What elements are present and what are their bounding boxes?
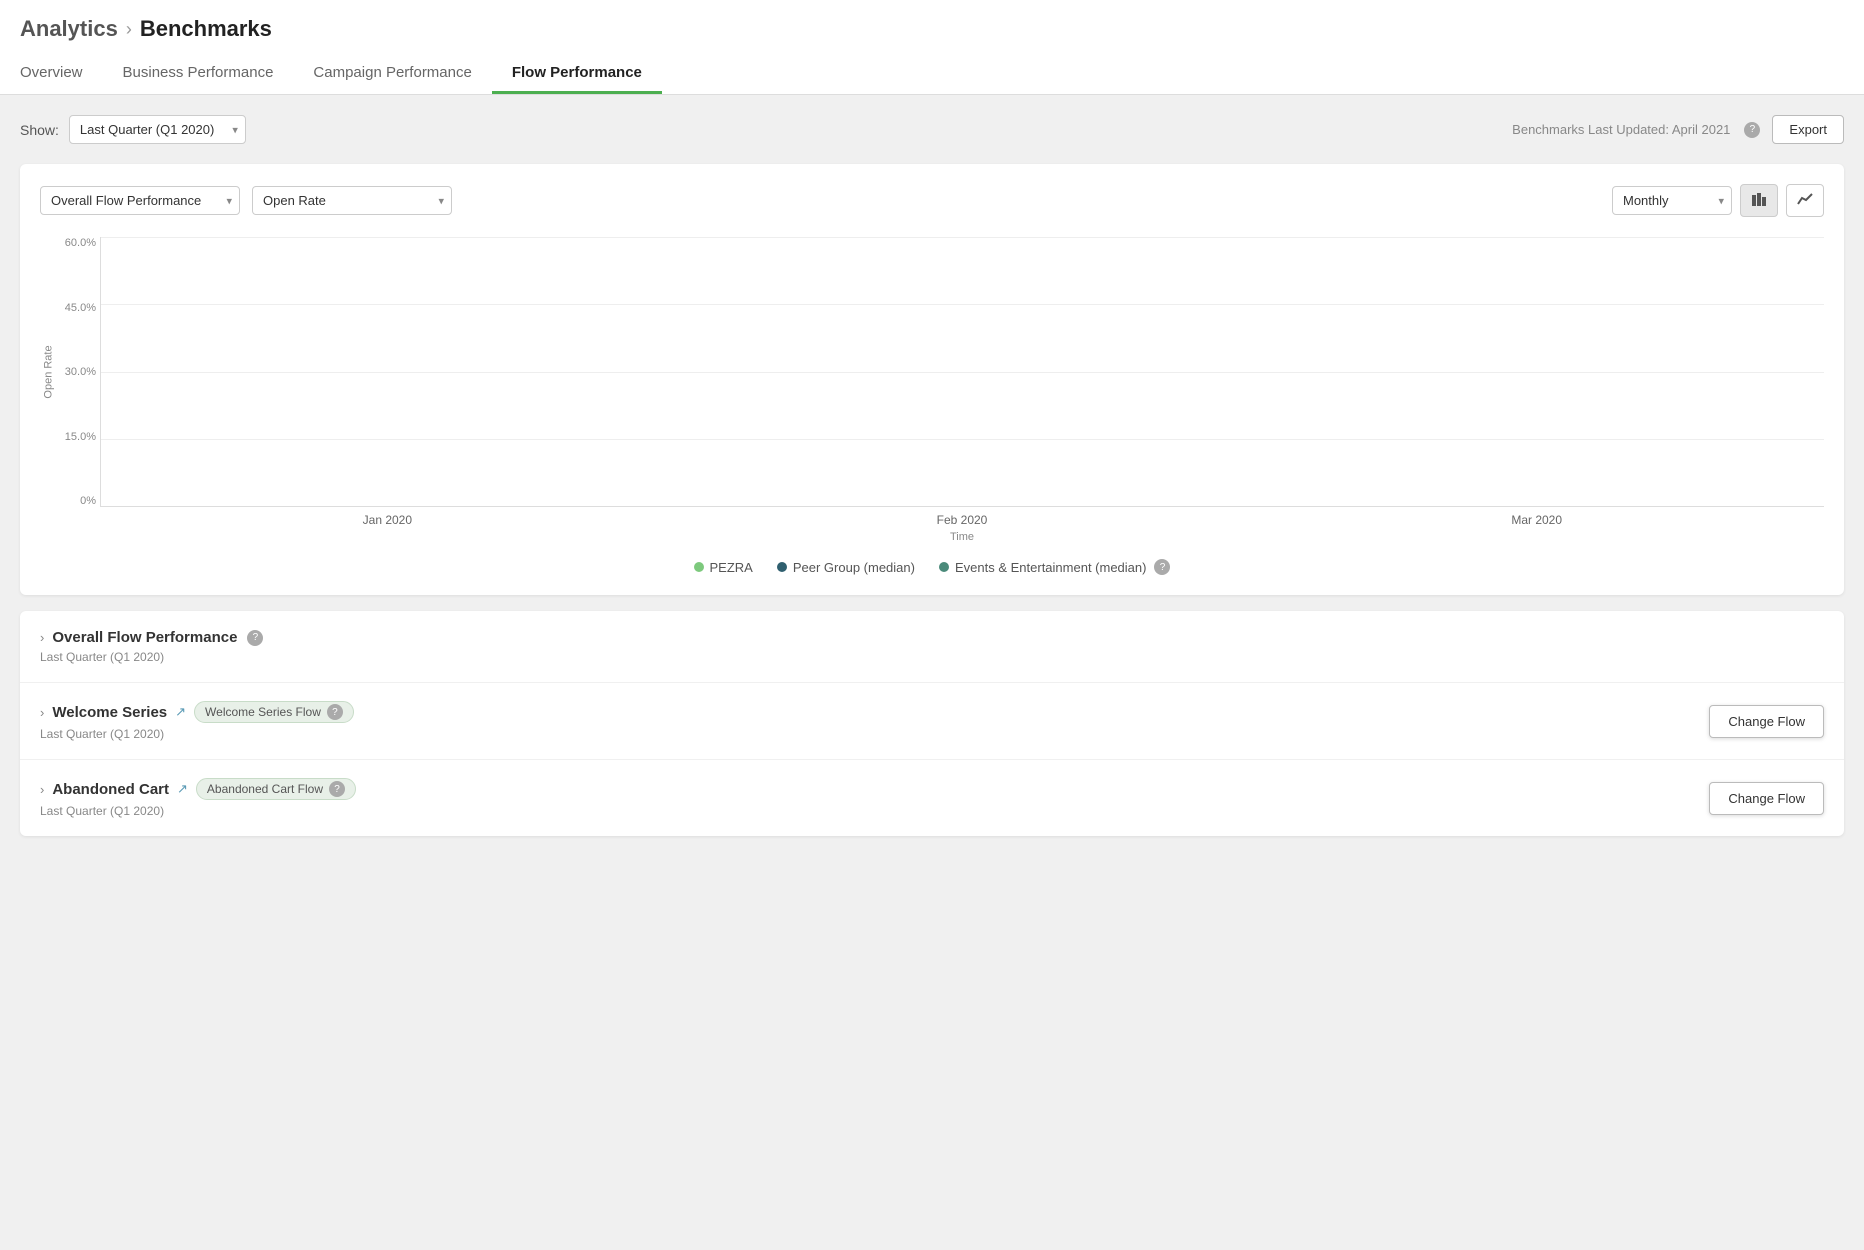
flow-welcome-ext-link[interactable]: ↗ — [175, 704, 186, 720]
flow-item-abandoned: › Abandoned Cart ↗ Abandoned Cart Flow ?… — [20, 760, 1844, 836]
tab-overview[interactable]: Overview — [20, 54, 103, 94]
y-axis-title: Open Rate — [43, 345, 55, 398]
breadcrumb-separator: › — [126, 19, 132, 40]
toolbar-right: Benchmarks Last Updated: April 2021 ? Ex… — [1512, 115, 1844, 144]
metric-select[interactable]: Open Rate Click Rate Revenue — [252, 186, 452, 215]
flow-abandoned-badge-info[interactable]: ? — [329, 781, 345, 797]
change-flow-welcome-button[interactable]: Change Flow — [1709, 705, 1824, 738]
flow-abandoned-chevron[interactable]: › — [40, 782, 44, 797]
bar-chart-button[interactable] — [1740, 184, 1778, 217]
legend-pezra: PEZRA — [694, 560, 753, 575]
flow-item-welcome: › Welcome Series ↗ Welcome Series Flow ?… — [20, 683, 1844, 760]
content: Show: Last Quarter (Q1 2020) Last Month … — [0, 95, 1864, 866]
chart-legend: PEZRA Peer Group (median) Events & Enter… — [40, 559, 1824, 575]
chart-period-select[interactable]: Monthly Weekly Daily — [1612, 186, 1732, 215]
flow-item-overall: › Overall Flow Performance ? Last Quarte… — [20, 611, 1844, 683]
legend-events-info-icon[interactable]: ? — [1154, 559, 1170, 575]
flow-overall-name[interactable]: Overall Flow Performance — [52, 629, 237, 646]
flow-welcome-chevron[interactable]: › — [40, 705, 44, 720]
flow-welcome-period: Last Quarter (Q1 2020) — [40, 727, 354, 741]
flow-welcome-name[interactable]: Welcome Series — [52, 704, 167, 721]
chart-controls-left: Overall Flow Performance Welcome Series … — [40, 186, 1600, 215]
grid-line-50 — [101, 372, 1824, 373]
period-select-wrapper: Last Quarter (Q1 2020) Last Month Last Y… — [69, 115, 246, 144]
x-label-feb: Feb 2020 — [675, 513, 1250, 527]
flow-abandoned-badge: Abandoned Cart Flow ? — [196, 778, 356, 800]
chart-period-select-wrapper: Monthly Weekly Daily ▾ — [1612, 186, 1732, 215]
line-chart-button[interactable] — [1786, 184, 1824, 217]
flow-item-welcome-title: › Welcome Series ↗ Welcome Series Flow ? — [40, 701, 354, 723]
breadcrumb: Analytics › Benchmarks — [20, 16, 1844, 42]
toolbar: Show: Last Quarter (Q1 2020) Last Month … — [20, 115, 1844, 144]
flow-welcome-badge-label: Welcome Series Flow — [205, 705, 321, 719]
flow-list-section: › Overall Flow Performance ? Last Quarte… — [20, 611, 1844, 836]
flow-item-overall-left: › Overall Flow Performance ? Last Quarte… — [40, 629, 263, 664]
flow-abandoned-period: Last Quarter (Q1 2020) — [40, 804, 356, 818]
chart-controls-right: Monthly Weekly Daily ▾ — [1612, 184, 1824, 217]
grid-line-25 — [101, 304, 1824, 305]
flow-welcome-badge: Welcome Series Flow ? — [194, 701, 354, 723]
x-axis-title: Time — [100, 531, 1824, 543]
flow-welcome-badge-info[interactable]: ? — [327, 704, 343, 720]
flow-item-overall-title: › Overall Flow Performance ? — [40, 629, 263, 646]
legend-label-peer: Peer Group (median) — [793, 560, 915, 575]
flow-item-abandoned-left: › Abandoned Cart ↗ Abandoned Cart Flow ?… — [40, 778, 356, 818]
y-label-45: 45.0% — [48, 302, 96, 314]
flow-overall-chevron[interactable]: › — [40, 630, 44, 645]
bar-chart-icon — [1751, 191, 1767, 207]
flow-select-wrapper: Overall Flow Performance Welcome Series … — [40, 186, 240, 215]
legend-events: Events & Entertainment (median) ? — [939, 559, 1170, 575]
export-button[interactable]: Export — [1772, 115, 1844, 144]
y-label-30: 30.0% — [48, 366, 96, 378]
analytics-link[interactable]: Analytics — [20, 16, 118, 42]
y-label-15: 15.0% — [48, 431, 96, 443]
tab-campaign[interactable]: Campaign Performance — [293, 54, 491, 94]
flow-item-welcome-right: Change Flow — [1709, 705, 1824, 738]
x-label-jan: Jan 2020 — [100, 513, 675, 527]
y-axis: 60.0% 45.0% 30.0% 15.0% 0% — [48, 237, 96, 507]
show-label: Show: — [20, 122, 59, 138]
chart-container: 60.0% 45.0% 30.0% 15.0% 0% Open Rate — [100, 237, 1824, 543]
flow-abandoned-badge-label: Abandoned Cart Flow — [207, 782, 323, 796]
tab-flow[interactable]: Flow Performance — [492, 54, 662, 94]
tab-business[interactable]: Business Performance — [103, 54, 294, 94]
chart-controls: Overall Flow Performance Welcome Series … — [40, 184, 1824, 217]
benchmarks-label: Benchmarks Last Updated: April 2021 — [1512, 122, 1730, 137]
flow-item-welcome-left: › Welcome Series ↗ Welcome Series Flow ?… — [40, 701, 354, 741]
toolbar-left: Show: Last Quarter (Q1 2020) Last Month … — [20, 115, 246, 144]
grid-line-top — [101, 237, 1824, 238]
breadcrumb-page: Benchmarks — [140, 16, 272, 42]
y-label-60: 60.0% — [48, 237, 96, 249]
chart-section: Overall Flow Performance Welcome Series … — [20, 164, 1844, 595]
flow-abandoned-ext-link[interactable]: ↗ — [177, 781, 188, 797]
chart-grid — [100, 237, 1824, 507]
header: Analytics › Benchmarks Overview Business… — [0, 0, 1864, 95]
nav-tabs: Overview Business Performance Campaign P… — [20, 54, 1844, 94]
benchmarks-info-icon[interactable]: ? — [1744, 122, 1760, 138]
legend-label-events: Events & Entertainment (median) — [955, 560, 1146, 575]
x-labels: Jan 2020 Feb 2020 Mar 2020 — [100, 513, 1824, 527]
flow-item-abandoned-right: Change Flow — [1709, 782, 1824, 815]
flow-abandoned-name[interactable]: Abandoned Cart — [52, 781, 169, 798]
flow-overall-info-icon[interactable]: ? — [247, 630, 263, 646]
legend-dot-events — [939, 562, 949, 572]
grid-line-75 — [101, 439, 1824, 440]
line-chart-icon — [1797, 191, 1813, 207]
change-flow-abandoned-button[interactable]: Change Flow — [1709, 782, 1824, 815]
flow-item-abandoned-title: › Abandoned Cart ↗ Abandoned Cart Flow ? — [40, 778, 356, 800]
legend-label-pezra: PEZRA — [710, 560, 753, 575]
metric-select-wrapper: Open Rate Click Rate Revenue ▾ — [252, 186, 452, 215]
period-select[interactable]: Last Quarter (Q1 2020) Last Month Last Y… — [69, 115, 246, 144]
legend-dot-peer — [777, 562, 787, 572]
legend-dot-pezra — [694, 562, 704, 572]
legend-peer: Peer Group (median) — [777, 560, 915, 575]
flow-overall-period: Last Quarter (Q1 2020) — [40, 650, 263, 664]
flow-select[interactable]: Overall Flow Performance Welcome Series … — [40, 186, 240, 215]
y-label-0: 0% — [48, 495, 96, 507]
x-label-mar: Mar 2020 — [1249, 513, 1824, 527]
